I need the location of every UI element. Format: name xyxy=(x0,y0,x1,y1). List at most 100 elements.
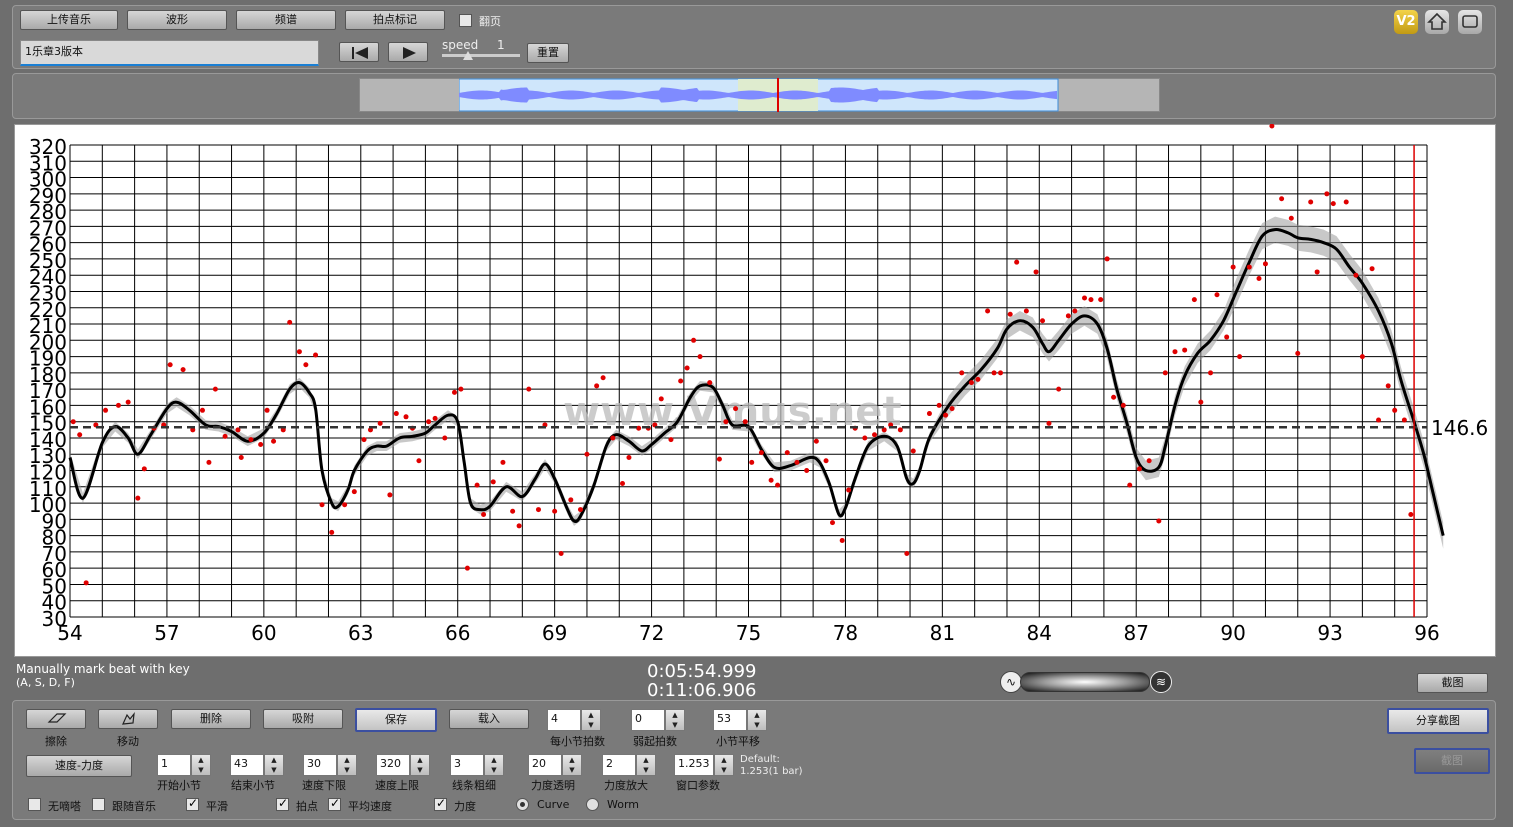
beats-per-bar-value[interactable]: 4 xyxy=(547,709,581,731)
beat-point xyxy=(1162,370,1168,376)
no-click-checkbox[interactable] xyxy=(28,798,41,811)
snap-button[interactable]: 吸附 xyxy=(263,709,343,729)
start-bar-value[interactable]: 1 xyxy=(157,754,191,776)
home-icon[interactable] xyxy=(1425,10,1449,34)
speed-slider-thumb[interactable] xyxy=(463,51,473,60)
beat-point xyxy=(296,349,302,355)
beat-point xyxy=(125,399,131,405)
bar-shift-value[interactable]: 53 xyxy=(713,709,747,731)
beat-point xyxy=(1237,354,1243,360)
stepper-arrows-icon[interactable]: ▲ ▼ xyxy=(747,709,767,731)
beat-point xyxy=(1023,308,1029,314)
beat-point xyxy=(610,435,616,441)
window-stepper[interactable]: 1.253 ▲ ▼ xyxy=(674,754,734,776)
file-name-field[interactable]: 1乐章3版本 xyxy=(20,40,319,66)
stepper-arrows-icon[interactable]: ▲ ▼ xyxy=(264,754,284,776)
stepper-arrows-icon[interactable]: ▲ ▼ xyxy=(484,754,504,776)
end-bar-value[interactable]: 43 xyxy=(230,754,264,776)
stepper-arrows-icon[interactable]: ▲ ▼ xyxy=(636,754,656,776)
save-button[interactable]: 保存 xyxy=(355,708,437,732)
dyn-opacity-stepper[interactable]: 20 ▲ ▼ xyxy=(528,754,582,776)
beat-mark-button[interactable]: 拍点标记 xyxy=(345,10,445,30)
tempo-chart[interactable]: 3040506070809010011012013014015016017018… xyxy=(14,124,1496,657)
x-tick-label: 72 xyxy=(639,621,664,645)
stepper-arrows-icon[interactable]: ▲ ▼ xyxy=(191,754,211,776)
beat-point xyxy=(510,508,516,514)
tempo-high-value[interactable]: 320 xyxy=(376,754,410,776)
beat-point xyxy=(329,529,335,535)
screenshot-button[interactable]: 截图 xyxy=(1417,673,1488,693)
follow-music-checkbox[interactable] xyxy=(92,798,105,811)
beat-point xyxy=(568,497,574,503)
load-button[interactable]: 载入 xyxy=(449,709,529,729)
share-screenshot-button[interactable]: 分享截图 xyxy=(1387,708,1489,734)
worm-radio[interactable] xyxy=(586,798,599,811)
beat-point xyxy=(910,448,916,454)
beat-point xyxy=(287,319,293,325)
tempo-dynamics-button[interactable]: 速度-力度 xyxy=(26,755,132,777)
dyn-zoom-stepper[interactable]: 2 ▲ ▼ xyxy=(602,754,656,776)
window-value[interactable]: 1.253 xyxy=(674,754,714,776)
v2-badge-icon[interactable]: V2 xyxy=(1394,10,1418,34)
line-width-value[interactable]: 3 xyxy=(450,754,484,776)
beat-point xyxy=(303,362,309,368)
tempo-high-stepper[interactable]: 320 ▲ ▼ xyxy=(376,754,430,776)
start-bar-stepper[interactable]: 1 ▲ ▼ xyxy=(157,754,211,776)
dyn-zoom-value[interactable]: 2 xyxy=(602,754,636,776)
pickup-stepper[interactable]: 0 ▲ ▼ xyxy=(631,709,685,731)
beat-point xyxy=(199,407,205,413)
delete-button[interactable]: 删除 xyxy=(171,709,251,729)
waveform-button[interactable]: 波形 xyxy=(127,10,227,30)
end-bar-stepper[interactable]: 43 ▲ ▼ xyxy=(230,754,284,776)
dyn-opacity-label: 力度透明 xyxy=(531,779,575,792)
beat-point xyxy=(985,308,991,314)
bar-shift-stepper[interactable]: 53 ▲ ▼ xyxy=(713,709,767,731)
tempo-low-stepper[interactable]: 30 ▲ ▼ xyxy=(303,754,357,776)
volume-slider[interactable]: ∿ ≋ xyxy=(1000,671,1172,693)
avg-tempo-checkbox[interactable] xyxy=(328,796,341,811)
line-width-stepper[interactable]: 3 ▲ ▼ xyxy=(450,754,504,776)
stepper-arrows-icon[interactable]: ▲ ▼ xyxy=(665,709,685,731)
stepper-arrows-icon[interactable]: ▲ ▼ xyxy=(410,754,430,776)
pickup-value[interactable]: 0 xyxy=(631,709,665,731)
beats-per-bar-stepper[interactable]: 4 ▲ ▼ xyxy=(547,709,601,731)
speed-slider[interactable] xyxy=(442,51,520,60)
stepper-arrows-icon[interactable]: ▲ ▼ xyxy=(714,754,734,776)
y-tick-label: 320 xyxy=(29,135,67,159)
reset-button[interactable]: 重置 xyxy=(527,43,569,63)
curve-radio[interactable] xyxy=(516,798,529,811)
volume-track[interactable] xyxy=(1020,672,1150,692)
dark-screenshot-button[interactable]: 截图 xyxy=(1414,748,1490,774)
skip-start-button[interactable] xyxy=(339,42,379,62)
erase-button[interactable] xyxy=(26,709,86,729)
upload-music-button[interactable]: 上传音乐 xyxy=(20,10,118,30)
smooth-checkbox[interactable] xyxy=(186,796,199,811)
beat-point xyxy=(319,502,325,508)
fullscreen-icon[interactable] xyxy=(1458,10,1482,34)
stepper-arrows-icon[interactable]: ▲ ▼ xyxy=(562,754,582,776)
spectrum-button[interactable]: 频谱 xyxy=(236,10,336,30)
play-button[interactable] xyxy=(388,42,428,62)
beat-point xyxy=(535,507,541,513)
stepper-arrows-icon[interactable]: ▲ ▼ xyxy=(337,754,357,776)
beat-point xyxy=(794,459,800,465)
beat-point xyxy=(1056,386,1062,392)
window-label: 窗口参数 xyxy=(676,779,720,792)
beat-point xyxy=(1208,370,1214,376)
flip-page-label: 翻页 xyxy=(479,15,501,28)
dynamics-checkbox[interactable] xyxy=(434,796,447,811)
stepper-arrows-icon[interactable]: ▲ ▼ xyxy=(581,709,601,731)
beat-point xyxy=(1104,256,1110,262)
beat-point xyxy=(351,489,357,495)
x-tick-label: 78 xyxy=(833,621,858,645)
tempo-low-value[interactable]: 30 xyxy=(303,754,337,776)
beats-checkbox[interactable] xyxy=(276,796,289,811)
no-click-label: 无嘀嗒 xyxy=(48,800,81,813)
move-button[interactable] xyxy=(98,709,158,729)
x-tick-label: 60 xyxy=(251,621,276,645)
x-tick-label: 84 xyxy=(1027,621,1052,645)
overview-waveform[interactable] xyxy=(459,78,1059,112)
flip-page-checkbox[interactable] xyxy=(459,14,472,27)
dyn-opacity-value[interactable]: 20 xyxy=(528,754,562,776)
beat-point xyxy=(684,365,690,371)
